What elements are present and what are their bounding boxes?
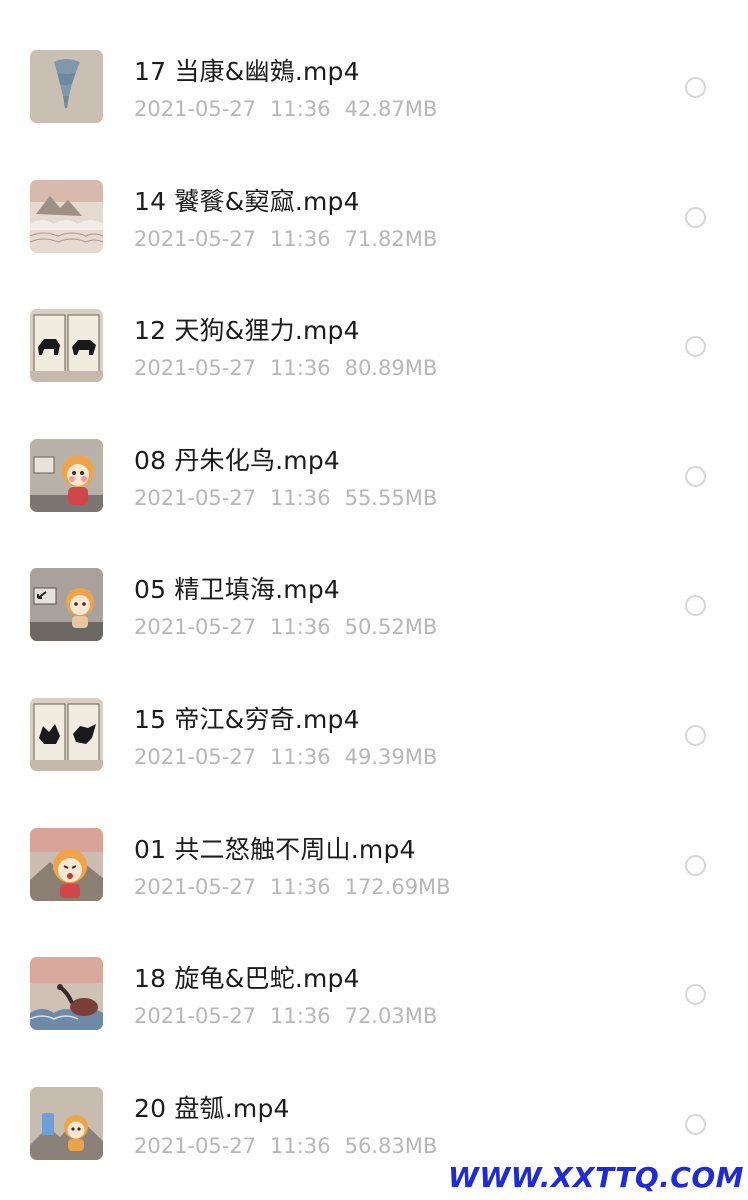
file-size: 56.83MB (344, 1133, 438, 1158)
video-thumbnail (30, 1086, 103, 1160)
file-time: 11:36 (270, 1004, 331, 1029)
video-thumbnail (30, 827, 103, 901)
file-name: 15 帝江&穷奇.mp4 (134, 704, 360, 734)
file-name: 17 当康&幽鴳.mp4 (134, 57, 360, 86)
file-date: 2021-05-27 (134, 744, 257, 769)
file-meta: 2021-05-27 11:36 49.39MB (134, 745, 437, 769)
video-thumbnail (30, 438, 103, 512)
file-size: 42.87MB (344, 97, 438, 121)
file-meta: 2021-05-27 11:36 55.55MB (134, 486, 437, 510)
file-meta: 2021-05-27 11:36 56.83MB (134, 1134, 437, 1158)
select-radio[interactable] (685, 465, 706, 487)
select-radio[interactable] (685, 595, 706, 617)
file-time: 11:36 (270, 744, 331, 769)
file-time: 11:36 (270, 485, 331, 510)
file-name: 08 丹朱化鸟.mp4 (134, 445, 341, 475)
select-radio[interactable] (685, 1113, 706, 1135)
file-meta: 2021-05-27 11:36 172.69MB (134, 875, 451, 899)
file-meta: 2021-05-27 11:36 71.82MB (134, 227, 437, 251)
file-size: 55.55MB (344, 485, 438, 510)
file-date: 2021-05-27 (134, 1133, 257, 1158)
file-size: 71.82MB (344, 226, 438, 251)
file-name: 12 天狗&狸力.mp4 (134, 316, 360, 346)
file-time: 11:36 (270, 1133, 331, 1158)
list-item[interactable]: 14 饕餮&窫窳.mp4 2021-05-27 11:36 71.82MB (0, 152, 748, 282)
list-item[interactable]: 18 旋龟&巴蛇.mp4 2021-05-27 11:36 72.03MB (0, 929, 748, 1059)
file-size: 49.39MB (344, 744, 438, 769)
file-meta: 2021-05-27 11:36 72.03MB (134, 1004, 437, 1028)
file-date: 2021-05-27 (134, 615, 257, 640)
file-meta: 2021-05-27 11:36 42.87MB (134, 97, 437, 121)
file-name: 20 盘瓠.mp4 (134, 1093, 290, 1123)
file-date: 2021-05-27 (134, 356, 257, 381)
file-date: 2021-05-27 (134, 874, 257, 899)
select-radio[interactable] (685, 984, 706, 1006)
watermark-text: WWW.XXTTQ.COM (447, 1161, 744, 1194)
file-name: 18 旋龟&巴蛇.mp4 (134, 964, 360, 994)
file-list: 17 当康&幽鴳.mp4 2021-05-27 11:36 42.87MB 14 饕… (0, 22, 748, 1188)
file-date: 2021-05-27 (134, 1004, 257, 1029)
select-radio[interactable] (685, 724, 706, 746)
list-item[interactable]: 15 帝江&穷奇.mp4 2021-05-27 11:36 49.39MB (0, 670, 748, 800)
file-meta: 2021-05-27 11:36 50.52MB (134, 615, 437, 639)
list-item[interactable]: 17 当康&幽鴳.mp4 2021-05-27 11:36 42.87MB (0, 22, 748, 152)
select-radio[interactable] (685, 336, 706, 358)
select-radio[interactable] (685, 77, 706, 98)
file-time: 11:36 (270, 874, 331, 899)
video-thumbnail (30, 309, 103, 383)
file-size: 50.52MB (344, 615, 438, 640)
file-time: 11:36 (270, 97, 331, 121)
list-item[interactable]: 08 丹朱化鸟.mp4 2021-05-27 11:36 55.55MB (0, 411, 748, 541)
file-time: 11:36 (270, 226, 331, 251)
file-date: 2021-05-27 (134, 226, 257, 251)
file-name: 01 共二怒触不周山.mp4 (134, 834, 416, 864)
list-item[interactable]: 05 精卫填海.mp4 2021-05-27 11:36 50.52MB (0, 540, 748, 670)
video-thumbnail (30, 957, 103, 1031)
video-thumbnail (30, 179, 103, 253)
select-radio[interactable] (685, 854, 706, 876)
file-size: 72.03MB (344, 1004, 438, 1029)
video-thumbnail (30, 697, 103, 771)
file-name: 05 精卫填海.mp4 (134, 575, 341, 605)
file-size: 80.89MB (344, 356, 438, 381)
video-thumbnail (30, 568, 103, 642)
file-date: 2021-05-27 (134, 485, 257, 510)
file-size: 172.69MB (344, 874, 451, 899)
file-time: 11:36 (270, 615, 331, 640)
file-meta: 2021-05-27 11:36 80.89MB (134, 356, 437, 380)
file-date: 2021-05-27 (134, 97, 257, 121)
file-time: 11:36 (270, 356, 331, 381)
file-name: 14 饕餮&窫窳.mp4 (134, 186, 360, 216)
list-item[interactable]: 12 天狗&狸力.mp4 2021-05-27 11:36 80.89MB (0, 281, 748, 411)
select-radio[interactable] (685, 206, 706, 228)
list-item[interactable]: 01 共二怒触不周山.mp4 2021-05-27 11:36 172.69MB (0, 800, 748, 930)
video-thumbnail (30, 50, 103, 123)
